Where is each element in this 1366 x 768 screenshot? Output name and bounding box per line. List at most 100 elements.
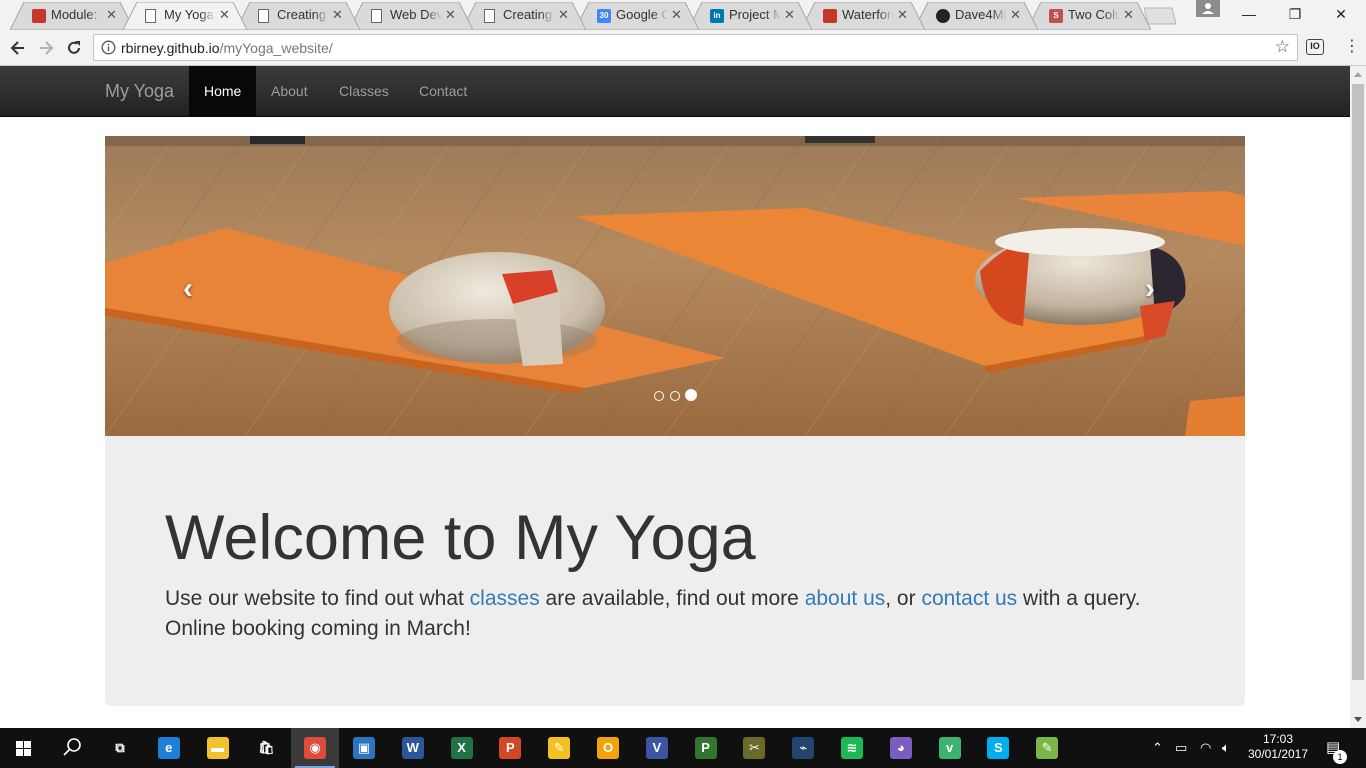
profile-icon[interactable] [1196, 0, 1220, 17]
nav-item-classes[interactable]: Classes [324, 66, 404, 116]
task-view-icon: ⧉ [109, 737, 131, 759]
visio-icon: V [645, 737, 668, 759]
about-us-link[interactable]: about us [805, 587, 886, 610]
minimize-button[interactable]: — [1226, 2, 1272, 26]
volume-icon[interactable]: 🔈︎ [1222, 740, 1230, 756]
page-favicon-icon [484, 9, 495, 23]
address-bar[interactable]: rbirney.github.io/myYoga_website/ ☆ [93, 34, 1298, 61]
tab-close-icon[interactable]: ✕ [897, 7, 908, 23]
page-scrollbar[interactable] [1350, 66, 1366, 728]
tab-close-icon[interactable]: ✕ [1010, 7, 1021, 23]
browser-tab[interactable]: 30 Google C ✕ [575, 2, 699, 30]
navbar-brand[interactable]: My Yoga [105, 81, 174, 102]
system-clock[interactable]: 17:03 30/01/2017 [1243, 732, 1313, 762]
contact-us-link[interactable]: contact us [921, 587, 1017, 610]
tab-close-icon[interactable]: ✕ [219, 7, 230, 23]
taskbar-visio-button[interactable]: V [633, 728, 681, 768]
store-icon: 🛍 [255, 737, 278, 759]
taskbar-app-cat-button[interactable]: ◕ [877, 728, 925, 768]
taskbar-outlook-button[interactable]: O [584, 728, 632, 768]
tab-close-icon[interactable]: ✕ [558, 7, 569, 23]
browser-tab[interactable]: My Yoga ✕ [123, 2, 247, 30]
tab-title: Web Deve [390, 7, 442, 22]
windows-start-icon[interactable] [0, 728, 48, 768]
browser-tab[interactable]: in Project M ✕ [688, 2, 812, 30]
browser-tab[interactable]: Creating a✕ [462, 2, 586, 30]
taskbar-task-view-button[interactable]: ⧉ [96, 728, 144, 768]
project-icon: P [694, 737, 717, 759]
carousel-prev-icon[interactable]: ‹ [183, 274, 193, 304]
taskbar-notepad-plus-button[interactable]: ✎ [1023, 728, 1071, 768]
battery-icon[interactable]: ▭ [1175, 740, 1187, 756]
taskbar-excel-button[interactable]: X [438, 728, 486, 768]
tab-close-icon[interactable]: ✕ [671, 7, 682, 23]
forward-arrow-icon[interactable] [36, 38, 56, 58]
nav-item-contact[interactable]: Contact [404, 66, 482, 116]
scroll-up-arrow-icon[interactable] [1354, 72, 1362, 77]
taskbar-snipping-tool-button[interactable]: ✂ [730, 728, 778, 768]
tab-title: My Yoga [164, 7, 214, 22]
url-text[interactable]: rbirney.github.io/myYoga_website/ [121, 40, 333, 56]
classes-link[interactable]: classes [470, 587, 540, 610]
scrollbar-thumb[interactable] [1352, 84, 1364, 680]
window-close-button[interactable]: ✕ [1318, 2, 1364, 26]
edge-icon: e [157, 737, 180, 759]
page-viewport: My Yoga Home About Classes Contact ‹ › W… [0, 66, 1350, 728]
taskbar-spotify-button[interactable]: ≋ [828, 728, 876, 768]
tab-close-icon[interactable]: ✕ [332, 7, 343, 23]
taskbar-store-button[interactable]: 🛍 [242, 728, 290, 768]
carousel-indicator-3[interactable] [685, 389, 697, 401]
browser-tab[interactable]: Creating a✕ [236, 2, 360, 30]
intro-text-2: are available, find out more [539, 587, 805, 610]
nav-item-about[interactable]: About [256, 66, 323, 116]
reload-icon[interactable] [64, 38, 84, 58]
carousel-indicator-2[interactable] [670, 391, 680, 401]
back-arrow-icon[interactable] [8, 38, 28, 58]
snipping-tool-icon: ✂ [743, 737, 766, 759]
tab-close-icon[interactable]: ✕ [1123, 7, 1134, 23]
excel-icon: X [450, 737, 473, 759]
tab-title: Dave4Mit [955, 7, 1007, 22]
taskbar-edge-button[interactable]: e [145, 728, 193, 768]
taskbar-file-explorer-button[interactable]: ▬ [194, 728, 242, 768]
bookmark-star-icon[interactable]: ☆ [1275, 38, 1290, 56]
taskbar-chrome-button[interactable]: ◉ [291, 728, 340, 768]
s-favicon-icon: S [1049, 9, 1063, 23]
browser-tab[interactable]: S Two Colu ✕ [1027, 2, 1151, 30]
taskbar-project-button[interactable]: P [682, 728, 730, 768]
taskbar-app-v-button[interactable]: v [926, 728, 974, 768]
search-icon[interactable] [48, 728, 96, 768]
taskbar-sql-tool-button[interactable]: ⌁ [779, 728, 827, 768]
page-favicon-icon [145, 9, 156, 23]
browser-menu-icon[interactable]: ⋮ [1344, 38, 1360, 56]
tab-close-icon[interactable]: ✕ [784, 7, 795, 23]
taskbar-skype-button[interactable]: S [974, 728, 1022, 768]
browser-tab[interactable]: Web Deve✕ [349, 2, 473, 30]
tab-title: Two Colu [1068, 7, 1120, 22]
browser-tab[interactable]: Dave4Mit ✕ [914, 2, 1038, 30]
browser-tab[interactable]: Waterford ✕ [801, 2, 925, 30]
restore-button[interactable]: ❐ [1272, 2, 1318, 26]
carousel-indicator-1[interactable] [654, 391, 664, 401]
taskbar-outlook-contacts-button[interactable]: ▣ [340, 728, 388, 768]
extension-icon[interactable]: IO [1306, 39, 1324, 55]
tab-close-icon[interactable]: ✕ [106, 7, 117, 23]
browser-tab[interactable]: Module: V✕ [10, 2, 134, 30]
browser-tab-strip: Module: V✕My Yoga✕Creating a✕Web Deve✕Cr… [0, 0, 1366, 30]
tray-chevron-up-icon[interactable]: ⌃ [1152, 740, 1163, 756]
file-explorer-icon: ▬ [206, 737, 229, 759]
carousel-next-icon[interactable]: › [1145, 274, 1155, 304]
taskbar-powerpoint-button[interactable]: P [486, 728, 534, 768]
taskbar-word-button[interactable]: W [389, 728, 437, 768]
intro-text-1: Use our website to find out what [165, 587, 470, 610]
scroll-down-arrow-icon[interactable] [1354, 717, 1362, 722]
spotify-icon: ≋ [841, 737, 863, 759]
sql-tool-icon: ⌁ [792, 737, 815, 759]
wifi-icon[interactable]: ◠ [1200, 740, 1211, 756]
page-favicon-icon [258, 9, 269, 23]
tab-close-icon[interactable]: ✕ [445, 7, 456, 23]
info-icon[interactable] [101, 40, 116, 55]
page-title: Welcome to My Yoga [165, 503, 756, 573]
nav-item-home[interactable]: Home [189, 66, 257, 116]
taskbar-app-yellow-button[interactable]: ✎ [535, 728, 583, 768]
